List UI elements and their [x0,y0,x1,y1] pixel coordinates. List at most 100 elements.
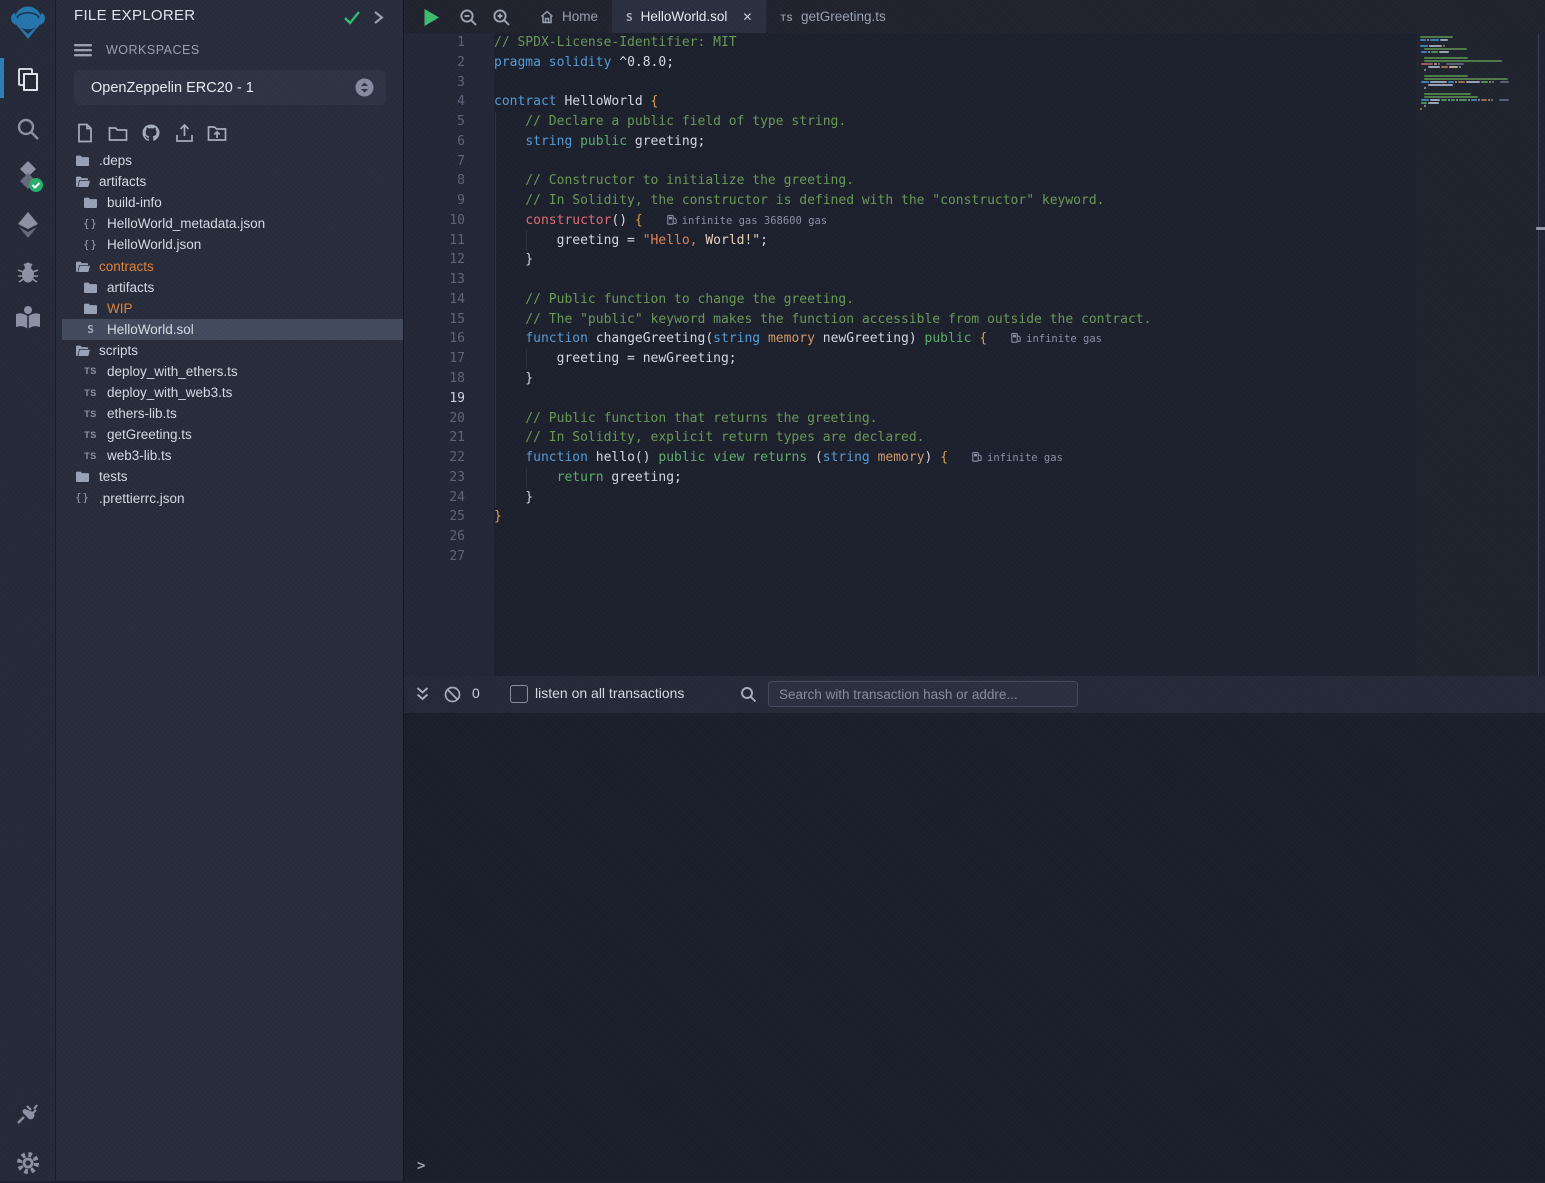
tree-item-deploy_with_web3.ts[interactable]: TSdeploy_with_web3.ts [62,382,403,403]
code-line-13[interactable] [494,270,1416,290]
tab-HelloWorld.sol[interactable]: SHelloWorld.sol✕ [612,0,766,33]
workspaces-menu-icon[interactable] [74,44,92,57]
tree-item-ethers-lib.ts[interactable]: TSethers-lib.ts [62,403,403,424]
code-line-1[interactable]: // SPDX-License-Identifier: MIT [494,33,1416,53]
code-line-24[interactable]: } [494,488,1416,508]
panel-title: FILE EXPLORER [74,7,195,24]
tree-item-label: .deps [99,153,132,168]
tree-item-.prettierrc.json[interactable]: {}.prettierrc.json [62,488,403,509]
file-explorer-icon[interactable] [0,60,55,100]
code-line-25[interactable]: } [494,507,1416,527]
code-line-12[interactable]: } [494,250,1416,270]
clone-github-icon[interactable] [140,122,162,144]
tree-item-artifacts[interactable]: artifacts [62,277,403,298]
new-file-icon[interactable] [74,122,96,144]
tree-item-HelloWorld.sol[interactable]: SHelloWorld.sol [62,319,403,340]
tree-item-scripts[interactable]: scripts [62,340,403,361]
line-number-4: 4 [404,92,494,112]
code-line-7[interactable] [494,152,1416,172]
file-tree: .depsartifactsbuild-info{}HelloWorld_met… [62,150,403,509]
line-number-2: 2 [404,53,494,73]
code-line-6[interactable]: string public greeting; [494,132,1416,152]
tree-item-contracts[interactable]: contracts [62,255,403,276]
workspace-select-updown-icon [355,78,374,97]
tree-item-WIP[interactable]: WIP [62,298,403,319]
code-line-16[interactable]: function changeGreeting(string memory ne… [494,329,1416,349]
tree-item-HelloWorld_metadata.json[interactable]: {}HelloWorld_metadata.json [62,213,403,234]
code-line-19[interactable] [494,389,1416,409]
code-line-5[interactable]: // Declare a public field of type string… [494,112,1416,132]
listen-transactions-checkbox[interactable] [510,685,528,703]
gas-estimate: infinite gas [1011,333,1102,345]
code-line-22[interactable]: function hello() public view returns (st… [494,448,1416,468]
new-folder-icon[interactable] [107,122,129,144]
editor-gutter: 1234567891011121314151617181920212223242… [404,33,494,676]
tree-item-label: contracts [99,259,154,274]
code-line-23[interactable]: return greeting; [494,468,1416,488]
debugger-icon[interactable] [0,253,55,293]
tree-item-label: web3-lib.ts [107,448,172,463]
code-line-11[interactable]: greeting = "Hello, World!"; [494,231,1416,251]
tab-Home[interactable]: Home [526,0,612,33]
panel-chevron-right-icon[interactable] [372,10,384,25]
tree-item-HelloWorld.json[interactable]: {}HelloWorld.json [62,234,403,255]
code-line-10[interactable]: constructor() {infinite gas 368600 gas [494,211,1416,231]
code-editor[interactable]: 1234567891011121314151617181920212223242… [404,33,1545,676]
code-line-15[interactable]: // The "public" keyword makes the functi… [494,310,1416,330]
settings-gear-icon[interactable] [0,1143,55,1183]
ts-icon: TS [780,9,793,24]
code-line-26[interactable] [494,527,1416,547]
code-line-9[interactable]: // In Solidity, the constructor is defin… [494,191,1416,211]
code-line-21[interactable]: // In Solidity, explicit return types ar… [494,428,1416,448]
code-line-20[interactable]: // Public function that returns the gree… [494,409,1416,429]
scrollbar-sash[interactable] [1536,227,1545,230]
line-number-27: 27 [404,547,494,567]
code-line-14[interactable]: // Public function to change the greetin… [494,290,1416,310]
line-number-10: 10 [404,211,494,231]
terminal-search-input[interactable] [768,681,1078,707]
remix-logo-icon [0,4,55,44]
upload-folder-icon[interactable] [206,122,228,144]
upload-file-icon[interactable] [173,122,195,144]
tab-close-icon[interactable]: ✕ [742,10,752,24]
tree-item-build-info[interactable]: build-info [62,192,403,213]
learn-icon[interactable] [0,298,55,338]
tab-getGreeting.ts[interactable]: TSgetGreeting.ts [766,0,899,33]
terminal-search-icon [738,684,758,704]
tree-item-artifacts[interactable]: artifacts [62,171,403,192]
zoom-in-icon[interactable] [490,6,512,28]
clear-console-icon[interactable] [442,684,462,704]
json-icon: {} [74,492,91,504]
tree-item-web3-lib.ts[interactable]: TSweb3-lib.ts [62,445,403,466]
code-line-18[interactable]: } [494,369,1416,389]
code-line-27[interactable] [494,547,1416,567]
tree-item-getGreeting.ts[interactable]: TSgetGreeting.ts [62,424,403,445]
line-number-1: 1 [404,33,494,53]
code-line-17[interactable]: greeting = newGreeting; [494,349,1416,369]
code-line-8[interactable]: // Constructor to initialize the greetin… [494,171,1416,191]
deploy-run-icon[interactable] [0,205,55,245]
line-number-21: 21 [404,428,494,448]
workspace-select[interactable]: OpenZeppelin ERC20 - 1 [74,70,386,105]
workspace-ok-check-icon[interactable] [343,10,361,25]
terminal-output[interactable]: > [404,713,1545,1181]
tab-label: HelloWorld.sol [641,9,728,24]
editor-minimap[interactable] [1416,33,1538,676]
code-line-4[interactable]: contract HelloWorld { [494,92,1416,112]
zoom-out-icon[interactable] [457,6,479,28]
editor-code[interactable]: // SPDX-License-Identifier: MITpragma so… [494,33,1416,676]
terminal-collapse-icon[interactable] [412,684,432,704]
search-icon[interactable] [0,109,55,149]
line-number-24: 24 [404,488,494,508]
run-script-play-icon[interactable] [420,6,442,28]
code-line-2[interactable]: pragma solidity ^0.8.0; [494,53,1416,73]
tree-item-deploy_with_ethers.ts[interactable]: TSdeploy_with_ethers.ts [62,361,403,382]
solidity-compiler-icon[interactable] [0,156,55,196]
code-line-3[interactable] [494,73,1416,93]
tree-item-tests[interactable]: tests [62,466,403,487]
tree-item-label: getGreeting.ts [107,427,192,442]
plugin-manager-icon[interactable] [0,1094,55,1134]
tree-item-label: deploy_with_ethers.ts [107,364,238,379]
tree-item-.deps[interactable]: .deps [62,150,403,171]
line-number-16: 16 [404,329,494,349]
